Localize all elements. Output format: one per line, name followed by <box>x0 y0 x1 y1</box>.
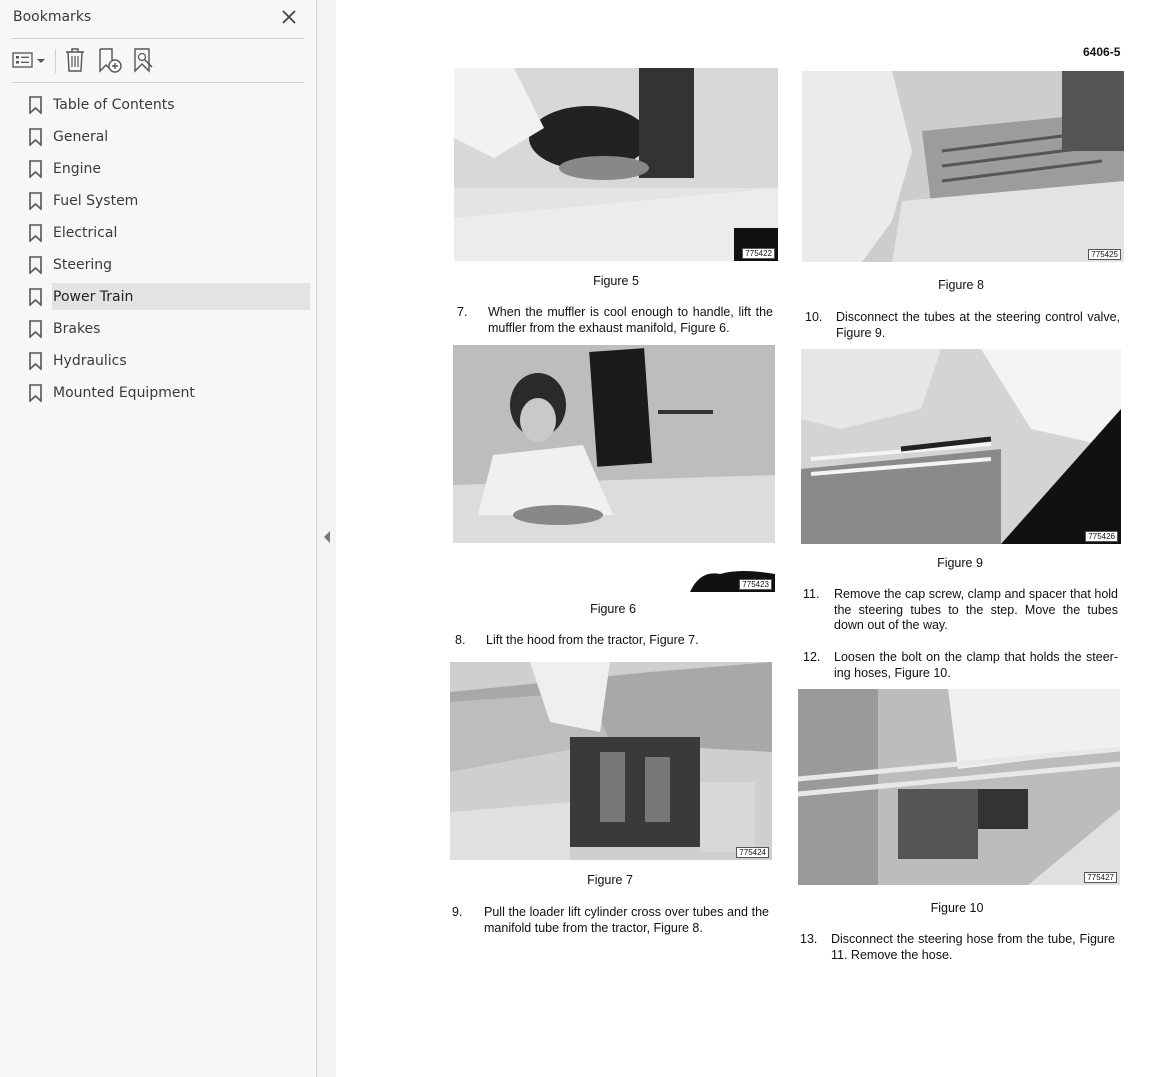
page-number: 6406-5 <box>1083 45 1121 59</box>
bookmark-item-hydraulics[interactable]: Hydraulics <box>0 345 317 377</box>
divider <box>12 82 304 83</box>
figure-id: 775425 <box>1088 249 1121 260</box>
bookmark-item-fuel-system[interactable]: Fuel System <box>0 185 317 217</box>
figure-10-image <box>798 689 1120 885</box>
bookmark-icon <box>29 352 42 370</box>
figure-id: 775424 <box>736 847 769 858</box>
figure-8-photo: 775425 <box>802 71 1124 262</box>
figure-10-photo: 775427 <box>798 689 1120 885</box>
bookmark-label: Electrical <box>53 225 118 241</box>
bookmark-icon <box>29 96 42 114</box>
trash-icon[interactable] <box>64 47 86 73</box>
bookmark-item-power-train[interactable]: Power Train <box>0 281 317 313</box>
figure-5-image <box>454 68 778 261</box>
step-10-text: Disconnect the tubes at the steering con… <box>836 310 1120 340</box>
bookmark-label: Engine <box>53 161 101 177</box>
figure-id: 775427 <box>1084 872 1117 883</box>
figure-5-caption: Figure 5 <box>593 274 639 288</box>
figure-id: 775426 <box>1085 531 1118 542</box>
bookmark-label: General <box>53 129 109 145</box>
toolbar-divider <box>55 49 56 73</box>
step-9-text: Pull the loader lift cylinder cross over… <box>484 905 769 935</box>
bookmark-label: Mounted Equipment <box>53 385 195 401</box>
step-13-text: Disconnect the steering hose from the tu… <box>831 932 1115 962</box>
panel-title: Bookmarks <box>13 9 92 25</box>
figure-6-caption: Figure 6 <box>590 602 636 616</box>
bookmark-label: Power Train <box>53 289 134 305</box>
bookmark-icon <box>29 384 42 402</box>
find-bookmark-icon[interactable] <box>132 47 158 73</box>
add-bookmark-icon[interactable] <box>97 47 123 73</box>
step-9-number: 9. <box>452 905 463 919</box>
bookmark-item-mounted-equipment[interactable]: Mounted Equipment <box>0 377 317 409</box>
step-8-text: Lift the hood from the tractor, Figure 7… <box>486 633 699 647</box>
bookmarks-panel: Bookmarks Table of Contents General Engi… <box>0 0 317 1077</box>
bookmark-icon <box>29 160 42 178</box>
bookmark-item-electrical[interactable]: Electrical <box>0 217 317 249</box>
figure-9-caption: Figure 9 <box>937 556 983 570</box>
close-icon[interactable] <box>280 8 298 26</box>
figure-10-caption: Figure 10 <box>930 901 984 915</box>
figure-6-image <box>453 345 775 543</box>
bookmark-item-brakes[interactable]: Brakes <box>0 313 317 345</box>
figure-7-caption: Figure 7 <box>587 873 633 887</box>
figure-7-photo: 775424 <box>450 662 772 860</box>
step-12-number: 12. <box>803 650 821 664</box>
figure-5-photo: 775422 <box>454 68 778 261</box>
step-13-number: 13. <box>800 932 818 946</box>
bookmark-icon <box>29 224 42 242</box>
document-page: 6406-5 775422 Figure 5 7. When the muffl… <box>336 0 1168 1077</box>
bookmark-item-general[interactable]: General <box>0 121 317 153</box>
figure-9-photo: 775426 <box>801 349 1121 544</box>
bookmark-item-table-of-contents[interactable]: Table of Contents <box>0 89 317 121</box>
bookmark-icon <box>29 288 42 306</box>
bookmark-label: Brakes <box>53 321 101 337</box>
bookmark-item-engine[interactable]: Engine <box>0 153 317 185</box>
figure-9-image <box>801 349 1121 544</box>
bookmark-list: Table of Contents General Engine Fuel Sy… <box>0 89 317 409</box>
list-options-icon[interactable] <box>12 47 48 73</box>
bookmark-label: Fuel System <box>53 193 139 209</box>
step-8-number: 8. <box>455 633 466 647</box>
collapse-panel-icon[interactable] <box>322 530 332 544</box>
bookmark-icon <box>29 256 42 274</box>
bookmark-label: Table of Contents <box>53 97 175 113</box>
figure-8-caption: Figure 8 <box>938 278 984 292</box>
step-11-number: 11. <box>803 587 820 601</box>
figure-6-corner: 775423 <box>690 568 775 592</box>
step-11-text: Remove the cap screw, clamp and spacer t… <box>834 587 1118 632</box>
figure-8-image <box>802 71 1124 262</box>
divider <box>12 38 304 39</box>
figure-6-photo <box>453 345 775 543</box>
bookmark-item-steering[interactable]: Steering <box>0 249 317 281</box>
step-7-number: 7. <box>457 305 468 319</box>
step-10-number: 10. <box>805 310 823 324</box>
bookmark-label: Steering <box>53 257 113 273</box>
figure-id: 775422 <box>742 248 775 259</box>
step-12-text: Loosen the bolt on the clamp that holds … <box>834 650 1118 680</box>
bookmark-label: Hydraulics <box>53 353 127 369</box>
figure-7-image <box>450 662 772 860</box>
figure-id: 775423 <box>739 579 772 590</box>
bookmark-icon <box>29 320 42 338</box>
bookmark-icon <box>29 128 42 146</box>
step-7-text: When the muffler is cool enough to handl… <box>488 305 773 335</box>
bookmark-icon <box>29 192 42 210</box>
